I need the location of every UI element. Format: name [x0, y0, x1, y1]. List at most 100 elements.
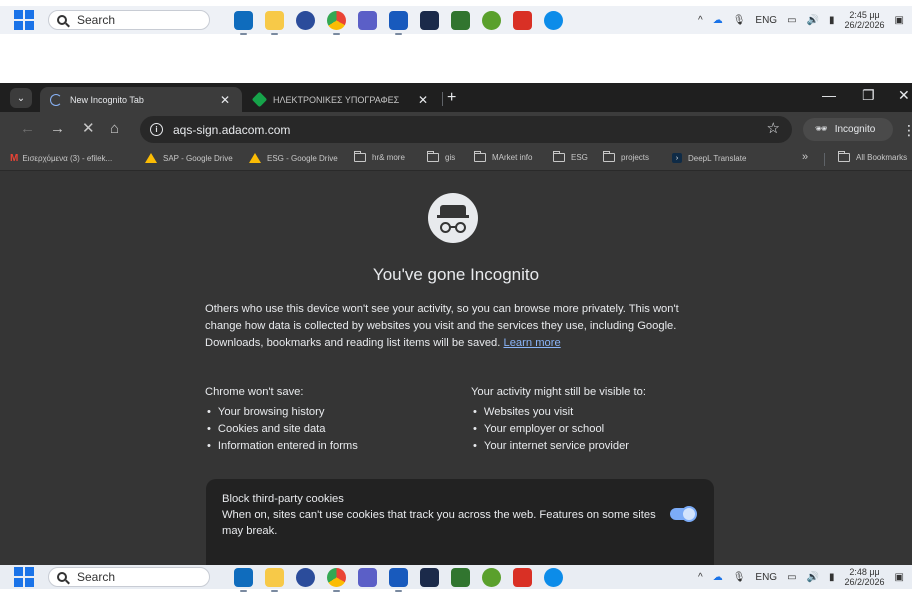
list-item: Information entered in forms — [205, 438, 358, 455]
chrome-icon[interactable] — [327, 567, 346, 592]
list-item: Your employer or school — [471, 421, 646, 438]
site-info-icon[interactable]: i — [150, 123, 163, 136]
tab-search-chevron-icon[interactable]: ⌄ — [10, 88, 32, 108]
outlook-icon[interactable] — [234, 567, 253, 592]
bookmarks-overflow-button[interactable]: » — [802, 151, 808, 163]
address-bar-url[interactable]: aqs-sign.adacom.com — [173, 123, 290, 137]
network-icon[interactable]: ▭ — [787, 15, 796, 26]
notification-icon[interactable]: ▣ — [895, 572, 904, 583]
chrome-icon[interactable] — [327, 10, 346, 35]
tab-label: ΗΛΕΚΤΡΟΝΙΚΕΣ ΥΠΟΓΡΑΦΕΣ — [273, 94, 400, 105]
language-indicator[interactable]: ENG — [755, 572, 777, 583]
onedrive-icon[interactable]: ☁ — [713, 15, 723, 26]
tab-new-incognito[interactable]: New Incognito Tab ✕ — [40, 87, 242, 112]
microphone-icon[interactable]: 🎙 — [733, 15, 746, 26]
taskbar-apps — [234, 10, 563, 35]
edge-icon[interactable] — [544, 567, 563, 587]
bookmark-item[interactable]: › DeepL Translate — [672, 153, 746, 163]
app-icon[interactable] — [296, 10, 315, 30]
stop-loading-icon[interactable]: ✕ — [82, 121, 95, 136]
third-party-cookies-card: Block third-party cookies When on, sites… — [206, 479, 714, 565]
bookmark-star-icon[interactable]: ☆ — [767, 119, 780, 137]
microphone-icon[interactable]: 🎙 — [733, 572, 746, 583]
teams-icon[interactable] — [358, 567, 377, 587]
intro-paragraph: Others who use this device won't see you… — [205, 301, 715, 352]
bookmark-item[interactable]: M Εισερχόμενα (3) - efilek... — [10, 153, 112, 164]
clock[interactable]: 2:45 μμ 26/2/2026 — [845, 10, 885, 30]
app-icon[interactable] — [420, 10, 439, 30]
list-item: Your internet service provider — [471, 438, 646, 455]
planner-icon[interactable] — [451, 567, 470, 587]
network-icon[interactable]: ▭ — [787, 572, 796, 583]
app-icon[interactable] — [296, 567, 315, 587]
volume-icon[interactable]: 🔊 — [807, 15, 819, 26]
loading-spinner-icon — [50, 93, 62, 106]
back-arrow-icon[interactable]: ← — [20, 121, 35, 136]
app-icon[interactable] — [420, 567, 439, 587]
incognito-profile-button[interactable]: 🕶 Incognito — [803, 118, 893, 141]
list-item: Websites you visit — [471, 404, 646, 421]
address-bar[interactable]: i aqs-sign.adacom.com ☆ — [140, 116, 792, 143]
bookmark-item[interactable]: ESG — [553, 151, 588, 162]
clock[interactable]: 2:48 μμ 26/2/2026 — [845, 567, 885, 587]
list-item: Your browsing history — [205, 404, 358, 421]
notification-icon[interactable]: ▣ — [895, 15, 904, 26]
word-icon[interactable] — [389, 10, 408, 35]
bookmark-item[interactable]: MArket info — [474, 151, 532, 162]
search-icon — [57, 572, 67, 582]
tab-signatures[interactable]: ΗΛΕΚΤΡΟΝΙΚΕΣ ΥΠΟΓΡΑΦΕΣ ✕ — [244, 87, 440, 112]
site-favicon-icon — [251, 91, 268, 108]
edge-icon[interactable] — [544, 10, 563, 30]
drive-icon — [249, 153, 261, 163]
drive-icon — [145, 153, 157, 163]
taskbar-search-box[interactable]: Search — [48, 567, 210, 587]
all-bookmarks-button[interactable]: All Bookmarks — [838, 151, 907, 162]
file-explorer-icon[interactable] — [265, 567, 284, 592]
taskbar-bottom: Search ^ ☁ 🎙 ENG ▭ 🔊 ▮ 2:48 μμ 26/2/2026… — [0, 565, 912, 592]
system-tray: ^ ☁ 🎙 ENG ▭ 🔊 ▮ 2:45 μμ 26/2/2026 ▣ — [698, 10, 904, 30]
restore-icon[interactable]: ❐ — [862, 87, 875, 104]
taskbar-search-label: Search — [77, 570, 116, 584]
block-cookies-toggle[interactable] — [670, 506, 697, 522]
bookmark-item[interactable]: SAP - Google Drive — [145, 153, 233, 163]
close-window-icon[interactable]: ✕ — [898, 87, 910, 104]
language-indicator[interactable]: ENG — [755, 15, 777, 26]
word-icon[interactable] — [389, 567, 408, 592]
clock-time: 2:45 μμ — [849, 10, 880, 20]
bookmark-item[interactable]: ESG - Google Drive — [249, 153, 338, 163]
new-tab-plus-icon[interactable]: + — [447, 89, 456, 107]
taskbar-search-box[interactable]: Search — [48, 10, 210, 30]
acrobat-icon[interactable] — [513, 567, 532, 587]
bookmark-item[interactable]: projects — [603, 151, 649, 162]
bookmark-item[interactable]: gis — [427, 151, 455, 162]
windows-start-icon[interactable] — [14, 10, 34, 30]
folder-icon — [553, 151, 565, 162]
minimize-icon[interactable]: — — [822, 87, 836, 103]
volume-icon[interactable]: 🔊 — [807, 572, 819, 583]
app-icon[interactable] — [482, 10, 501, 30]
home-icon[interactable]: ⌂ — [110, 121, 119, 136]
close-tab-icon[interactable]: ✕ — [418, 93, 428, 107]
gmail-icon: M — [10, 153, 19, 164]
teams-icon[interactable] — [358, 10, 377, 30]
chevron-up-icon[interactable]: ^ — [698, 572, 703, 583]
bookmark-item[interactable]: hr& more — [354, 151, 405, 162]
visible-to-heading: Your activity might still be visible to: — [471, 386, 646, 398]
file-explorer-icon[interactable] — [265, 10, 284, 35]
battery-icon[interactable]: ▮ — [829, 15, 835, 26]
learn-more-link[interactable]: Learn more — [503, 337, 560, 349]
outlook-icon[interactable] — [234, 10, 253, 35]
chevron-up-icon[interactable]: ^ — [698, 15, 703, 26]
taskbar-apps — [234, 567, 563, 592]
windows-start-icon[interactable] — [14, 567, 34, 587]
incognito-icon — [428, 193, 478, 243]
onedrive-icon[interactable]: ☁ — [713, 572, 723, 583]
battery-icon[interactable]: ▮ — [829, 572, 835, 583]
close-tab-icon[interactable]: ✕ — [220, 93, 230, 107]
forward-arrow-icon[interactable]: → — [50, 121, 65, 136]
app-icon[interactable] — [482, 567, 501, 587]
visible-to-section: Your activity might still be visible to:… — [471, 384, 646, 455]
more-options-icon[interactable]: ⋮ — [902, 122, 912, 139]
acrobat-icon[interactable] — [513, 10, 532, 30]
planner-icon[interactable] — [451, 10, 470, 30]
